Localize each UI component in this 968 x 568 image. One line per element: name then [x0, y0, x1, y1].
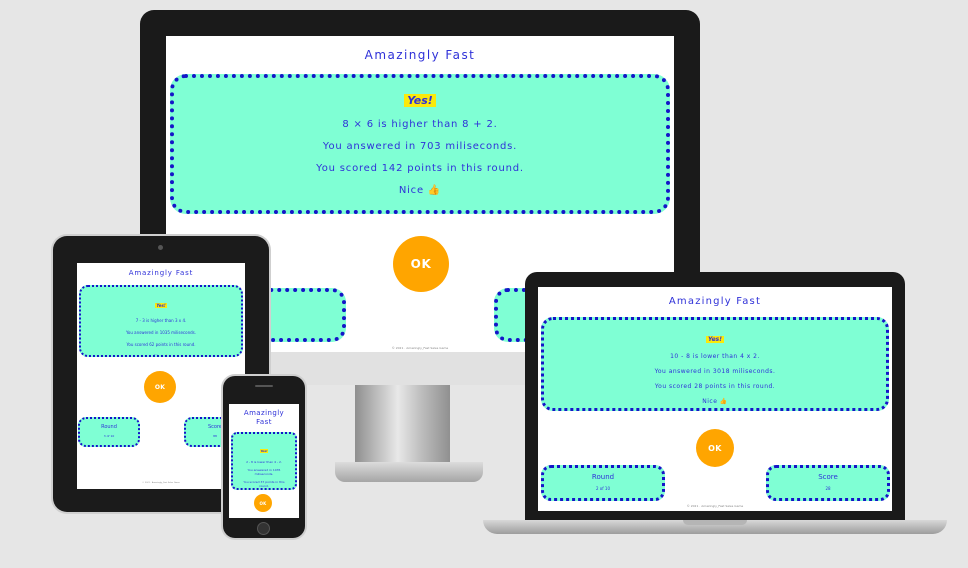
laptop-yes-label: Yes!	[706, 336, 724, 343]
laptop-screen: Amazingly Fast Yes! 10 - 8 is lower than…	[538, 287, 892, 511]
laptop-scored-text: You scored 28 points in this round.	[654, 383, 776, 390]
tablet-round-card: Round 3 of 10	[78, 417, 140, 447]
laptop-score-value: 28	[825, 486, 831, 491]
phone-ok-button[interactable]: OK	[254, 494, 272, 512]
phone-scored-text: You scored 37 points in this round.	[243, 480, 285, 488]
laptop-nice-text: Nice 👍	[702, 398, 728, 405]
laptop-score-card: Score 28	[766, 465, 890, 501]
phone-comparison-text: 2 - 8 is lower than 4 - 2.	[246, 460, 282, 464]
desktop-answer-time-text: You answered in 703 miliseconds.	[322, 141, 518, 152]
desktop-nice-text: Nice 👍	[398, 185, 442, 196]
laptop-round-card: Round 2 of 10	[541, 465, 665, 501]
phone-app-title-line1: Amazingly	[243, 409, 285, 417]
tablet-camera	[158, 245, 163, 250]
laptop-round-value: 2 of 10	[595, 486, 611, 491]
phone-speaker	[255, 385, 273, 387]
desktop-scored-text: You scored 142 points in this round.	[316, 163, 524, 174]
tablet-answer-time-text: You answered in 1035 miliseconds.	[125, 330, 197, 335]
tablet-yes-label: Yes!	[155, 303, 167, 308]
laptop-result-card: Yes! 10 - 8 is lower than 4 x 2. You ans…	[541, 317, 889, 411]
tablet-round-value: 3 of 10	[103, 434, 115, 438]
tablet-nice-text: Nice 👍	[153, 354, 169, 357]
monitor-stand-base	[335, 462, 483, 482]
tablet-comparison-text: 7 - 3 is higher than 3 x 4.	[135, 318, 187, 323]
phone-result-card: Yes! 2 - 8 is lower than 4 - 2. You answ…	[231, 432, 297, 490]
phone-app-title-line2: Fast	[256, 418, 272, 426]
laptop-round-label: Round	[591, 473, 615, 481]
tablet-scored-text: You scored 62 points in this round.	[126, 342, 196, 347]
laptop-score-label: Score	[818, 473, 838, 481]
tablet-result-card: Yes! 7 - 3 is higher than 3 x 4. You ans…	[79, 285, 243, 357]
desktop-ok-button[interactable]: OK	[393, 236, 449, 292]
laptop-ok-button[interactable]: OK	[696, 429, 734, 467]
phone-yes-label: Yes!	[259, 449, 269, 453]
desktop-app-title: Amazingly Fast	[364, 48, 476, 62]
laptop-comparison-text: 10 - 8 is lower than 4 x 2.	[670, 353, 760, 360]
desktop-comparison-text: 8 × 6 is higher than 8 + 2.	[342, 119, 498, 130]
tablet-ok-button[interactable]: OK	[144, 371, 176, 403]
phone-home-button[interactable]	[257, 522, 270, 535]
tablet-app-title: Amazingly Fast	[128, 269, 194, 277]
phone-screen: Amazingly Fast Yes! 2 - 8 is lower than …	[229, 404, 299, 518]
tablet-footer: © 2021 · Amazingly_Fast Sales Game	[142, 482, 180, 484]
phone-answer-time-text: You answered in 1035 miliseconds.	[247, 468, 281, 476]
monitor-stand-neck	[355, 382, 450, 470]
laptop-notch	[683, 520, 747, 525]
tablet-screen: Amazingly Fast Yes! 7 - 3 is higher than…	[77, 263, 245, 489]
laptop-app-title: Amazingly Fast	[668, 296, 762, 307]
laptop-answer-time-text: You answered in 3018 miliseconds.	[654, 368, 776, 375]
desktop-result-card: Yes! 8 × 6 is higher than 8 + 2. You ans…	[170, 74, 670, 214]
tablet-round-label: Round	[101, 424, 117, 430]
desktop-yes-label: Yes!	[404, 94, 436, 107]
laptop-footer: © 2021 · Amazingly_Fast Sales Game	[686, 504, 744, 508]
